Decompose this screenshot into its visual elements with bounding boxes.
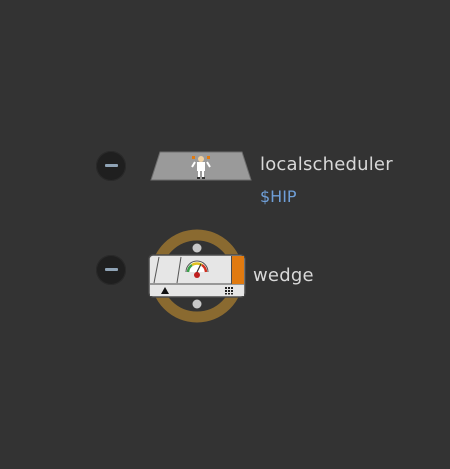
- bypass-toggle[interactable]: [96, 151, 126, 181]
- wedge-node-shape[interactable]: [145, 228, 250, 324]
- node-name-label[interactable]: wedge: [253, 265, 314, 286]
- network-editor-canvas[interactable]: localscheduler $HIP wedge: [0, 0, 450, 469]
- bypass-toggle[interactable]: [96, 255, 126, 285]
- output-connector: [192, 299, 202, 309]
- node-name-label[interactable]: localscheduler: [260, 154, 393, 175]
- input-connector: [192, 243, 202, 253]
- grid-icon: [225, 287, 233, 295]
- localscheduler-node-shape[interactable]: [150, 151, 252, 181]
- node-path-label: $HIP: [260, 187, 297, 206]
